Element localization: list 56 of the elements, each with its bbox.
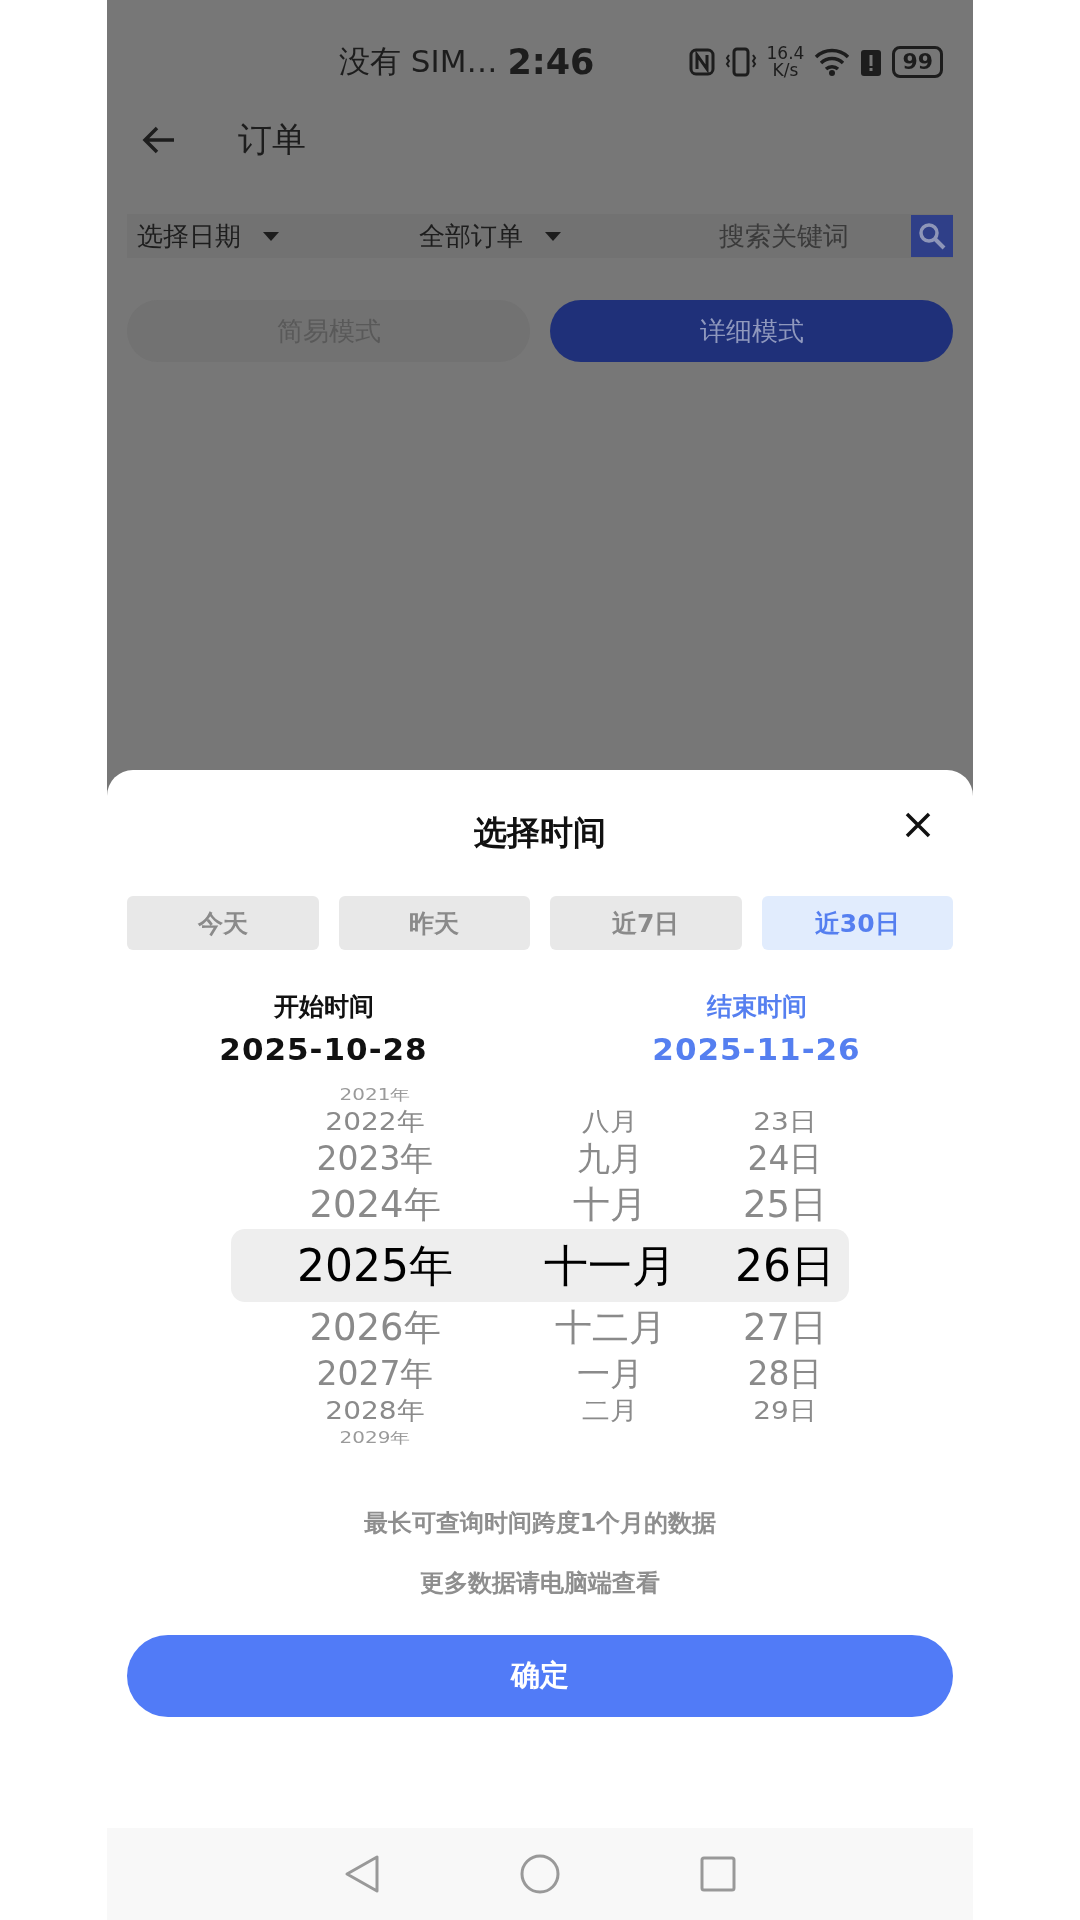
battery-level: 99	[892, 46, 943, 78]
confirm-button[interactable]: 确定	[127, 1635, 953, 1717]
picker-option[interactable]: 2026年	[309, 1302, 441, 1353]
picker-option[interactable]: 2027年	[316, 1352, 434, 1395]
close-button[interactable]	[905, 812, 931, 838]
picker-option[interactable]: 二月	[582, 1396, 638, 1425]
picker-option[interactable]: 23日	[753, 1107, 817, 1136]
picker-option[interactable]: 八月	[582, 1107, 638, 1136]
search-field[interactable]: 搜索关键词	[717, 220, 911, 252]
picker-option[interactable]: 十二月	[554, 1302, 666, 1353]
picker-option[interactable]: 24日	[747, 1137, 823, 1180]
picker-option[interactable]: 2022年	[325, 1107, 425, 1136]
mode-tab[interactable]: 详细模式	[550, 300, 953, 362]
back-triangle-icon[interactable]	[344, 1854, 380, 1894]
picker-option[interactable]: 28日	[747, 1352, 823, 1395]
back-arrow-icon[interactable]	[142, 125, 176, 155]
picker-option[interactable]: 一月	[577, 1352, 643, 1395]
filter-dropdown[interactable]: 全部订单	[419, 218, 561, 254]
home-circle-icon[interactable]	[520, 1854, 560, 1894]
picker-option[interactable]: 25日	[742, 1179, 828, 1230]
nfc-icon	[688, 48, 715, 76]
picker-option[interactable]: 29日	[753, 1396, 817, 1425]
picker-option[interactable]: 十月	[573, 1179, 647, 1230]
page-title: 订单	[238, 118, 306, 161]
picker-option[interactable]: 2024年	[309, 1179, 441, 1230]
vibrate-icon	[724, 47, 757, 77]
close-icon	[905, 812, 931, 838]
search-icon	[917, 221, 947, 251]
preset-chip[interactable]: 近7日	[550, 896, 742, 950]
clock-time: 2:46	[507, 42, 595, 82]
picker-option[interactable]: 十一月	[544, 1229, 676, 1303]
preset-chip[interactable]: 昨天	[338, 896, 530, 950]
wifi-icon	[814, 48, 851, 76]
filter-dropdown[interactable]: 选择日期	[137, 218, 279, 254]
preset-chip[interactable]: 今天	[127, 896, 319, 950]
picker-option[interactable]: 2023年	[316, 1137, 434, 1180]
hint-text: 更多数据请电脑端查看	[420, 1568, 660, 1599]
picker-option[interactable]: 2028年	[325, 1396, 425, 1425]
range-endpoint[interactable]: 结束时间 2025-11-26	[540, 990, 973, 1067]
carrier-text: 没有 SIM…	[339, 42, 498, 81]
hint-text: 最长可查询时间跨度1个月的数据	[363, 1508, 717, 1539]
picker-option[interactable]: 2021年	[339, 1086, 411, 1103]
search-button[interactable]	[911, 215, 953, 257]
picker-option[interactable]: 26日	[735, 1229, 835, 1303]
picker-option[interactable]: 27日	[742, 1302, 828, 1353]
picker-option[interactable]: 2025年	[297, 1229, 453, 1303]
recents-square-icon[interactable]	[700, 1856, 736, 1892]
picker-option[interactable]: 九月	[577, 1137, 643, 1180]
caret-icon	[263, 231, 279, 241]
picker-option[interactable]: 2029年	[339, 1429, 411, 1446]
caret-icon	[545, 231, 561, 241]
range-endpoint[interactable]: 开始时间 2025-10-28	[107, 990, 540, 1067]
preset-chip[interactable]: 近30日	[761, 896, 953, 950]
network-speed: 16.4 K/s	[766, 45, 805, 79]
sheet-title: 选择时间	[474, 811, 606, 854]
alert-icon	[860, 47, 883, 77]
